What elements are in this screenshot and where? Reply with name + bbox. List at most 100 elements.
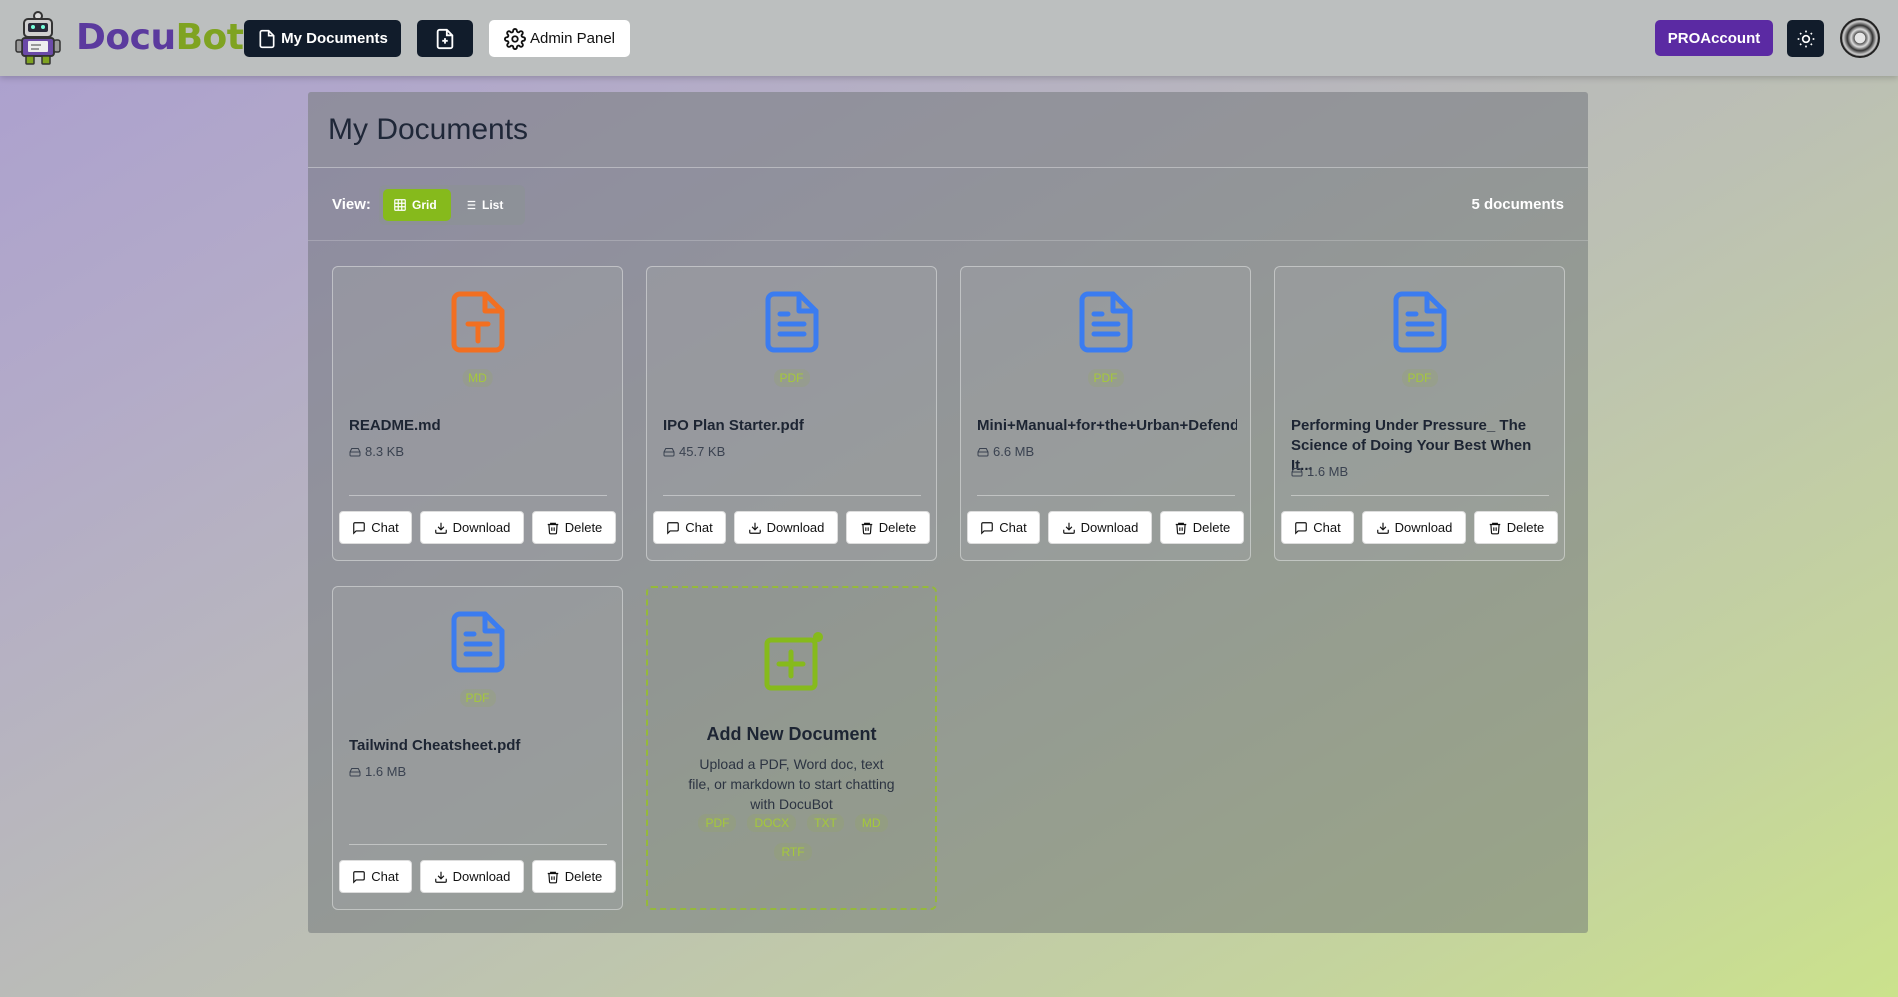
admin-panel-label: Admin Panel [529, 30, 616, 47]
download-icon [1376, 522, 1389, 534]
delete-label: Delete [1506, 520, 1545, 535]
chat-button[interactable]: Chat [967, 511, 1040, 544]
download-label: Download [766, 520, 825, 535]
grid-view-button[interactable]: Grid [383, 189, 451, 221]
document-size: 6.6 MB [977, 444, 1034, 459]
hard-drive-icon [1291, 467, 1303, 476]
download-button[interactable]: Download [734, 511, 838, 544]
list-view-label: List [482, 198, 504, 212]
brand-name[interactable]: DocuBot [76, 17, 244, 58]
document-name: Tailwind Cheatsheet.pdf [349, 737, 521, 754]
admin-panel-button[interactable]: Admin Panel [489, 20, 630, 57]
view-toggle: Grid List [379, 185, 525, 225]
add-new-document-card[interactable]: Add New Document Upload a PDF, Word doc,… [646, 586, 937, 910]
document-size-value: 1.6 MB [1307, 464, 1349, 479]
download-icon [1062, 522, 1075, 534]
format-tag: RTF [774, 843, 812, 861]
chat-button[interactable]: Chat [653, 511, 726, 544]
list-view-button[interactable]: List [453, 189, 519, 221]
grid-view-label: Grid [412, 198, 437, 212]
document-size-value: 1.6 MB [365, 764, 407, 779]
download-button[interactable]: Download [420, 860, 524, 893]
chat-button[interactable]: Chat [1281, 511, 1354, 544]
message-icon [353, 870, 366, 884]
hard-drive-icon [349, 447, 361, 456]
delete-label: Delete [1192, 520, 1231, 535]
documents-panel: My Documents View: Grid List 5 documents… [308, 92, 1588, 933]
pro-account-button[interactable]: PRO Account [1655, 20, 1773, 56]
file-icon [259, 29, 275, 48]
download-button[interactable]: Download [420, 511, 524, 544]
file-type-badge: PDF [1087, 369, 1124, 387]
format-tag: DOCX [747, 814, 797, 832]
document-card[interactable]: PDF Performing Under Pressure_ The Scien… [1274, 266, 1565, 561]
delete-button[interactable]: Delete [846, 511, 930, 544]
document-size: 1.6 MB [1291, 464, 1348, 479]
sun-icon [1797, 30, 1814, 47]
download-button[interactable]: Download [1048, 511, 1152, 544]
delete-button[interactable]: Delete [1160, 511, 1244, 544]
document-size: 1.6 MB [349, 764, 406, 779]
card-divider [663, 495, 921, 496]
file-type-badge: PDF [459, 689, 496, 707]
message-icon [1295, 521, 1308, 535]
card-divider [1291, 495, 1549, 496]
my-documents-label: My Documents [281, 30, 388, 47]
document-size-value: 8.3 KB [365, 444, 405, 459]
document-card[interactable]: MD README.md 8.3 KB Chat Download Delete [332, 266, 623, 561]
download-label: Download [452, 520, 511, 535]
grid-icon [394, 199, 406, 211]
document-card[interactable]: PDF Mini+Manual+for+the+Urban+Defend 6.6… [960, 266, 1251, 561]
document-icon [451, 611, 505, 673]
my-documents-button[interactable]: My Documents [244, 20, 401, 57]
chat-button[interactable]: Chat [339, 860, 412, 893]
document-size: 8.3 KB [349, 444, 404, 459]
hard-drive-icon [977, 447, 989, 456]
file-type-badge: MD [462, 369, 493, 387]
delete-label: Delete [878, 520, 917, 535]
chat-label: Chat [999, 520, 1027, 535]
panel-header: My Documents [308, 92, 1588, 168]
document-size: 45.7 KB [663, 444, 725, 459]
document-count: 5 documents [1471, 196, 1564, 213]
delete-button[interactable]: Delete [532, 511, 616, 544]
upload-document-button[interactable] [417, 20, 473, 57]
document-name: IPO Plan Starter.pdf [663, 417, 804, 434]
message-icon [353, 521, 366, 535]
download-label: Download [452, 869, 511, 884]
hard-drive-icon [349, 767, 361, 776]
chat-label: Chat [685, 520, 713, 535]
divider [308, 240, 1588, 241]
user-avatar[interactable] [1840, 18, 1880, 58]
delete-button[interactable]: Delete [1474, 511, 1558, 544]
document-icon [1079, 291, 1133, 353]
download-icon [748, 522, 761, 534]
chat-button[interactable]: Chat [339, 511, 412, 544]
account-label: Account [1700, 29, 1761, 47]
message-icon [667, 521, 680, 535]
brand-part-bot: Bot [175, 17, 244, 58]
download-label: Download [1080, 520, 1139, 535]
document-size-value: 6.6 MB [993, 444, 1035, 459]
delete-button[interactable]: Delete [532, 860, 616, 893]
delete-label: Delete [564, 869, 603, 884]
trash-icon [861, 522, 872, 534]
theme-toggle-button[interactable] [1787, 20, 1824, 57]
card-divider [977, 495, 1235, 496]
document-card[interactable]: PDF Tailwind Cheatsheet.pdf 1.6 MB Chat … [332, 586, 623, 910]
document-icon [765, 291, 819, 353]
gear-icon [503, 27, 526, 50]
file-type-badge: PDF [1401, 369, 1438, 387]
delete-label: Delete [564, 520, 603, 535]
card-divider [349, 844, 607, 845]
robot-logo-icon[interactable] [14, 10, 62, 66]
document-card[interactable]: PDF IPO Plan Starter.pdf 45.7 KB Chat Do… [646, 266, 937, 561]
message-icon [981, 521, 994, 535]
download-button[interactable]: Download [1362, 511, 1466, 544]
chat-label: Chat [371, 520, 399, 535]
format-tag: TXT [807, 814, 844, 832]
supported-formats: PDF DOCX TXT MD RTF [693, 814, 893, 861]
trash-icon [1175, 522, 1186, 534]
view-label: View: [332, 196, 371, 213]
card-divider [349, 495, 607, 496]
